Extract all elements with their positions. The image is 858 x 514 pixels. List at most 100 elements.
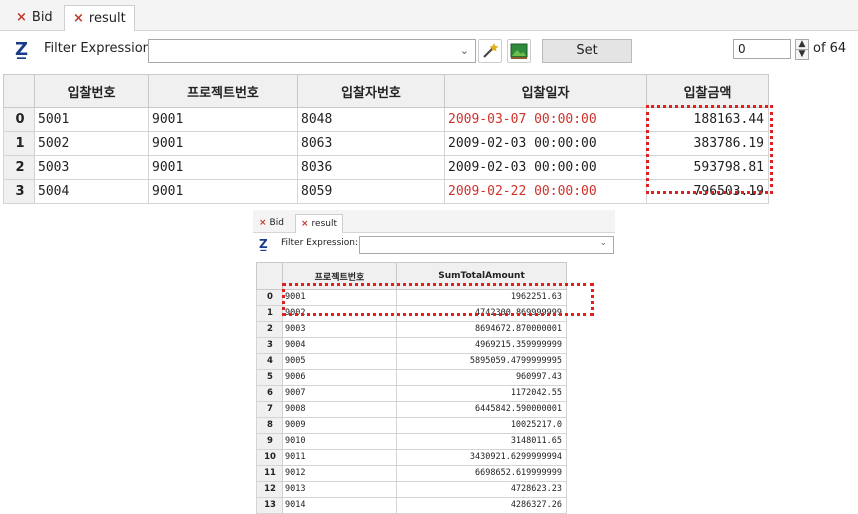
- bidder-number-cell[interactable]: 8063: [297, 131, 445, 156]
- project-number-cell[interactable]: 9008: [282, 401, 397, 418]
- project-number-cell[interactable]: 9011: [282, 449, 397, 466]
- bidder-number-cell[interactable]: 8036: [297, 155, 445, 180]
- project-number-cell[interactable]: 9004: [282, 337, 397, 354]
- filter-funnel-icon[interactable]: Z̲: [259, 237, 268, 251]
- tab-result[interactable]: × result: [64, 5, 135, 31]
- row-index-cell: 13: [256, 497, 283, 514]
- project-number-cell[interactable]: 9006: [282, 369, 397, 386]
- row-index-cell: 0: [3, 107, 35, 132]
- column-header[interactable]: 입찰일자: [444, 74, 647, 108]
- row-index-cell: 0: [256, 289, 283, 306]
- project-number-cell[interactable]: 9013: [282, 481, 397, 498]
- row-index-cell: 2: [256, 321, 283, 338]
- sum-total-amount-cell[interactable]: 4728623.23: [396, 481, 567, 498]
- sum-total-amount-cell[interactable]: 10025217.0: [396, 417, 567, 434]
- sum-total-amount-cell[interactable]: 3148011.65: [396, 433, 567, 450]
- tab-bid-label: Bid: [31, 10, 53, 25]
- sum-total-amount-cell[interactable]: 6445842.590000001: [396, 401, 567, 418]
- sum-total-amount-cell[interactable]: 8694672.870000001: [396, 321, 567, 338]
- project-number-cell[interactable]: 9001: [148, 131, 298, 156]
- close-icon[interactable]: ×: [259, 218, 267, 228]
- tab-result-label: result: [311, 219, 338, 229]
- tab-bid[interactable]: × Bid: [259, 214, 284, 232]
- bid-date-cell[interactable]: 2009-02-03 00:00:00: [444, 131, 647, 156]
- bid-number-cell[interactable]: 5002: [34, 131, 149, 156]
- sum-total-amount-cell[interactable]: 4286327.26: [396, 497, 567, 514]
- highlight-box-bid-amount: [646, 105, 773, 194]
- row-index-cell: 9: [256, 433, 283, 450]
- sum-total-amount-cell[interactable]: 1172042.55: [396, 385, 567, 402]
- table-row[interactable]: 13 9014 4286327.26: [256, 497, 567, 514]
- project-number-cell[interactable]: 9005: [282, 353, 397, 370]
- tab-bid[interactable]: × Bid: [16, 5, 53, 30]
- sum-total-amount-cell[interactable]: 3430921.6299999994: [396, 449, 567, 466]
- bid-number-cell[interactable]: 5004: [34, 179, 149, 204]
- page-total-label: of 64: [813, 41, 847, 56]
- table-row[interactable]: 4 9005 5895059.4799999995: [256, 353, 567, 370]
- bid-date-cell[interactable]: 2009-02-22 00:00:00: [444, 179, 647, 204]
- bid-date-cell[interactable]: 2009-02-03 00:00:00: [444, 155, 647, 180]
- sum-total-amount-cell[interactable]: 5895059.4799999995: [396, 353, 567, 370]
- bidder-number-cell[interactable]: 8059: [297, 179, 445, 204]
- table-row[interactable]: 5 9006 960997.43: [256, 369, 567, 386]
- bid-number-cell[interactable]: 5001: [34, 107, 149, 132]
- column-header[interactable]: 입찰자번호: [297, 74, 445, 108]
- project-number-cell[interactable]: 9001: [148, 107, 298, 132]
- tab-bar: × Bid × result: [253, 210, 615, 233]
- project-number-cell[interactable]: 9001: [148, 155, 298, 180]
- table-row[interactable]: 7 9008 6445842.590000001: [256, 401, 567, 418]
- table-row[interactable]: 8 9009 10025217.0: [256, 417, 567, 434]
- project-number-cell[interactable]: 9007: [282, 385, 397, 402]
- column-header[interactable]: 프로젝트번호: [148, 74, 298, 108]
- filter-expression-label: Filter Expression:: [281, 238, 359, 248]
- table-row[interactable]: 9 9010 3148011.65: [256, 433, 567, 450]
- project-number-cell[interactable]: 9001: [148, 179, 298, 204]
- tab-result[interactable]: × result: [295, 214, 344, 233]
- project-number-cell[interactable]: 9014: [282, 497, 397, 514]
- project-number-cell[interactable]: 9010: [282, 433, 397, 450]
- table-row[interactable]: 2 9003 8694672.870000001: [256, 321, 567, 338]
- row-index-cell: 12: [256, 481, 283, 498]
- table-row[interactable]: 6 9007 1172042.55: [256, 385, 567, 402]
- sum-total-amount-cell[interactable]: 4969215.359999999: [396, 337, 567, 354]
- project-number-cell[interactable]: 9009: [282, 417, 397, 434]
- picture-icon[interactable]: [507, 39, 531, 63]
- sum-total-amount-cell[interactable]: 960997.43: [396, 369, 567, 386]
- filter-toolbar: Z̲ Filter Expression: ⌄: [253, 232, 615, 258]
- row-index-cell: 8: [256, 417, 283, 434]
- row-index-cell: 7: [256, 401, 283, 418]
- chevron-down-icon[interactable]: ⌄: [599, 238, 607, 248]
- row-index-cell: 3: [3, 179, 35, 204]
- project-number-cell[interactable]: 9012: [282, 465, 397, 482]
- filter-expression-label: Filter Expression:: [44, 41, 156, 56]
- filter-expression-combo[interactable]: ⌄: [359, 236, 614, 254]
- table-row[interactable]: 3 9004 4969215.359999999: [256, 337, 567, 354]
- row-index-cell: 4: [256, 353, 283, 370]
- close-icon[interactable]: ×: [16, 10, 27, 25]
- table-row[interactable]: 11 9012 6698652.619999999: [256, 465, 567, 482]
- magic-wand-icon[interactable]: [478, 39, 502, 63]
- row-index-cell: 10: [256, 449, 283, 466]
- filter-expression-combo[interactable]: ⌄: [148, 39, 476, 63]
- close-icon[interactable]: ×: [301, 219, 309, 229]
- row-index-header: [256, 262, 283, 290]
- table-row[interactable]: 10 9011 3430921.6299999994: [256, 449, 567, 466]
- column-header[interactable]: 입찰금액: [646, 74, 769, 108]
- bid-date-cell[interactable]: 2009-03-07 00:00:00: [444, 107, 647, 132]
- bidder-number-cell[interactable]: 8048: [297, 107, 445, 132]
- set-button[interactable]: Set: [542, 39, 632, 63]
- sum-total-amount-cell[interactable]: 6698652.619999999: [396, 465, 567, 482]
- filter-funnel-icon[interactable]: Z̲: [15, 39, 28, 60]
- table-row[interactable]: 12 9013 4728623.23: [256, 481, 567, 498]
- highlight-box-9001-sum: [282, 283, 594, 316]
- tab-result-label: result: [88, 11, 126, 26]
- chevron-down-icon[interactable]: ⌄: [460, 44, 469, 57]
- spinner-down-icon[interactable]: ▼: [795, 49, 809, 60]
- column-header[interactable]: 입찰번호: [34, 74, 149, 108]
- project-number-cell[interactable]: 9003: [282, 321, 397, 338]
- close-icon[interactable]: ×: [73, 11, 84, 26]
- bid-number-cell[interactable]: 5003: [34, 155, 149, 180]
- row-index-header: [3, 74, 35, 108]
- page-number-input[interactable]: 0: [733, 39, 791, 59]
- tab-bid-label: Bid: [269, 218, 284, 228]
